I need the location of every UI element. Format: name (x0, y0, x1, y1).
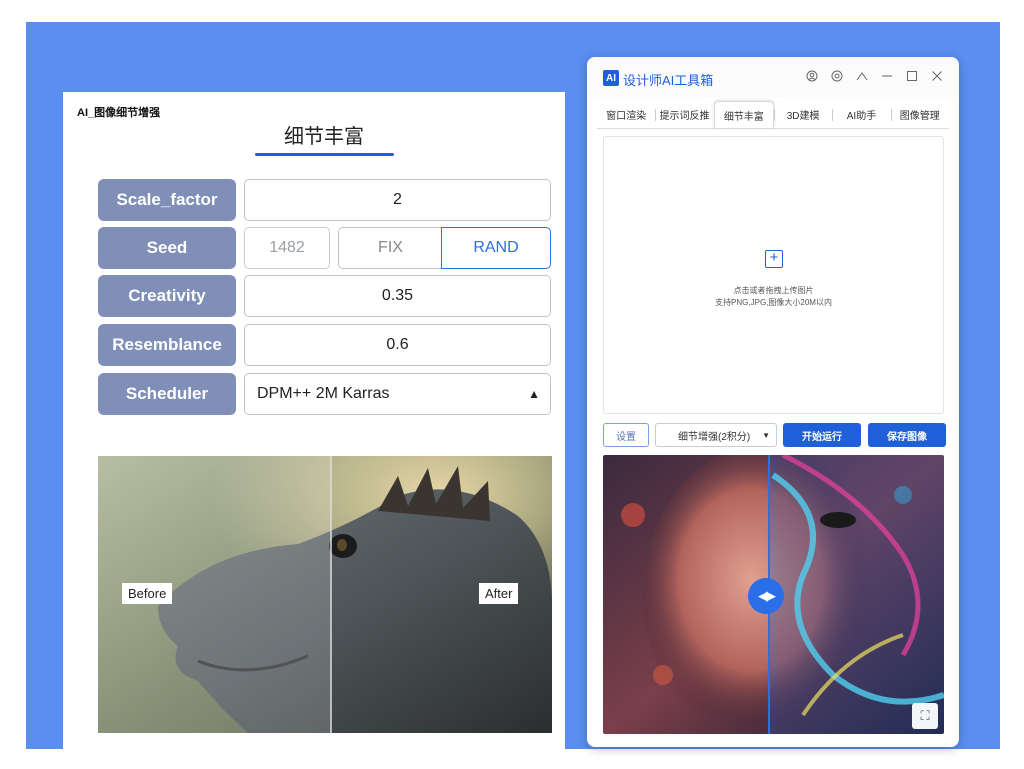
settings-button[interactable]: 设置 (603, 423, 649, 447)
compare-slider-handle[interactable]: ◀▶ (748, 578, 784, 614)
detail-enhance-panel: AI_图像细节增强 细节丰富 Scale_factor 2 Seed 1482 … (63, 92, 565, 749)
tab-window-render[interactable]: 窗口渲染 (597, 101, 655, 128)
close-icon[interactable] (929, 68, 945, 84)
seed-label: Seed (98, 227, 236, 269)
scheduler-select[interactable]: DPM++ 2M Karras ▲ (244, 373, 551, 415)
pin-icon[interactable] (854, 68, 870, 84)
upload-hint: 点击或者拖拽上传图片 (733, 286, 814, 295)
scale-factor-input[interactable]: 2 (244, 179, 551, 221)
resemblance-label: Resemblance (98, 324, 236, 366)
mode-select[interactable]: 细节增强(2积分) ▼ (655, 423, 777, 447)
creativity-label: Creativity (98, 275, 236, 317)
after-label: After (479, 583, 519, 604)
tab-3d-modeling[interactable]: 3D建模 (773, 101, 832, 128)
minimize-icon[interactable] (879, 68, 895, 84)
tab-prompt-reverse[interactable]: 提示词反推 (655, 101, 713, 128)
before-label: Before (122, 583, 173, 604)
app-title: 设计师AI工具箱 (623, 73, 714, 88)
seed-input[interactable]: 1482 (244, 227, 330, 269)
param-row-scale-factor: Scale_factor 2 (98, 179, 551, 221)
app-logo: AI (603, 70, 619, 86)
before-after-comparison[interactable]: Before After (98, 456, 552, 733)
save-image-button[interactable]: 保存图像 (868, 423, 946, 447)
scheduler-value: DPM++ 2M Karras (257, 385, 390, 402)
fullscreen-icon[interactable]: ⛶ (912, 703, 938, 729)
tab-bar: 窗口渲染 提示词反推 细节丰富 3D建模 AI助手 图像管理 (597, 101, 949, 129)
chevron-down-icon: ▼ (762, 430, 770, 440)
run-button[interactable]: 开始运行 (783, 423, 861, 447)
scheduler-label: Scheduler (98, 373, 236, 415)
window-titlebar[interactable]: AI 设计师AI工具箱 (587, 57, 959, 97)
seed-fix-button[interactable]: FIX (338, 227, 442, 269)
tab-detail-rich[interactable]: 细节丰富 (253, 120, 395, 149)
active-tab-underline (255, 153, 394, 156)
param-row-seed: Seed 1482 FIX RAND (98, 227, 551, 269)
param-row-scheduler: Scheduler DPM++ 2M Karras ▲ (98, 373, 551, 415)
scale-factor-label: Scale_factor (98, 179, 236, 221)
tab-detail-rich[interactable]: 细节丰富 (713, 101, 774, 128)
maximize-icon[interactable] (904, 68, 920, 84)
upload-format-hint: 支持PNG,JPG,图像大小20M以内 (715, 298, 832, 307)
creativity-input[interactable]: 0.35 (244, 275, 551, 317)
image-upload-dropzone[interactable]: + 点击或者拖拽上传图片 支持PNG,JPG,图像大小20M以内 (603, 136, 944, 414)
resemblance-input[interactable]: 0.6 (244, 324, 551, 366)
window-controls (804, 68, 945, 84)
caret-up-icon: ▲ (528, 387, 540, 401)
control-row: 设置 细节增强(2积分) ▼ 开始运行 保存图像 (603, 423, 946, 447)
add-image-icon: + (765, 250, 783, 268)
mode-value: 细节增强(2积分) (678, 431, 751, 443)
result-comparison[interactable]: ◀▶ ⛶ (603, 455, 944, 734)
ai-toolbox-window: AI 设计师AI工具箱 窗口渲染 提示词反推 细节丰富 3D建模 AI助手 图像… (587, 57, 959, 747)
panel-title: AI_图像细节增强 (77, 107, 161, 119)
param-row-creativity: Creativity 0.35 (98, 275, 551, 317)
tab-image-management[interactable]: 图像管理 (890, 101, 949, 128)
user-icon[interactable] (804, 68, 820, 84)
seed-rand-button[interactable]: RAND (441, 227, 551, 269)
param-row-resemblance: Resemblance 0.6 (98, 324, 551, 366)
settings-icon[interactable] (829, 68, 845, 84)
tab-ai-assistant[interactable]: AI助手 (832, 101, 890, 128)
